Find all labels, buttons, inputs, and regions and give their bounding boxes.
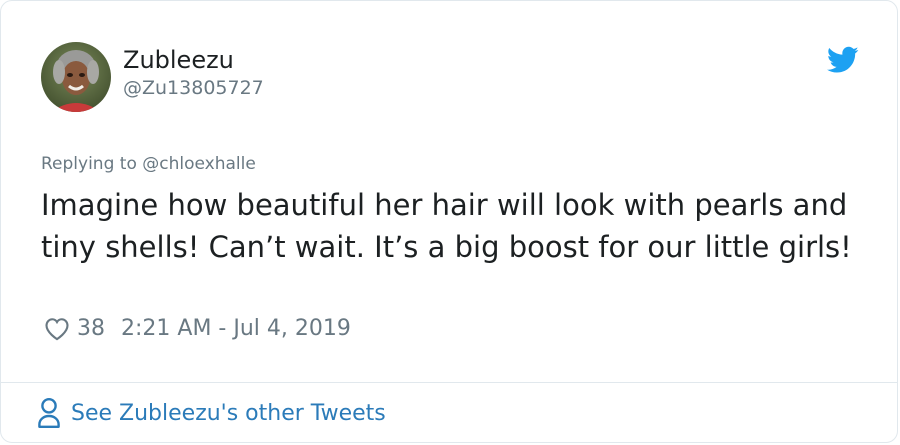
tweet-card: Zubleezu @Zu13805727 Replying to @chloex… (0, 0, 898, 443)
divider (1, 382, 897, 383)
reply-mention-link[interactable]: @chloexhalle (142, 154, 256, 174)
heart-icon[interactable] (43, 315, 71, 341)
replying-to: Replying to @chloexhalle (41, 154, 256, 174)
tweet-text: Imagine how beautiful her hair will look… (41, 188, 852, 264)
tweet-meta: 38 2:21 AM - Jul 4, 2019 (43, 315, 351, 341)
twitter-bird-icon[interactable] (827, 46, 859, 74)
avatar[interactable] (41, 42, 111, 112)
see-other-tweets-link[interactable]: See Zubleezu's other Tweets (37, 397, 386, 429)
tweet-header: Zubleezu @Zu13805727 (41, 41, 264, 113)
replying-to-label: Replying to (41, 154, 137, 174)
person-icon (38, 397, 60, 428)
tweet-timestamp[interactable]: 2:21 AM - Jul 4, 2019 (121, 316, 351, 341)
author-display-name[interactable]: Zubleezu (123, 45, 264, 75)
author-handle[interactable]: @Zu13805727 (123, 75, 264, 101)
see-other-tweets-label[interactable]: See Zubleezu's other Tweets (71, 401, 386, 426)
author-names: Zubleezu @Zu13805727 (123, 45, 264, 101)
like-count[interactable]: 38 (77, 316, 105, 341)
